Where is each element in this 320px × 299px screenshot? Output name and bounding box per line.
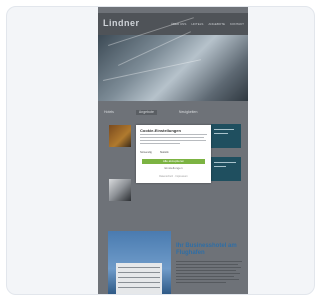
teaser-line <box>214 166 226 167</box>
accept-all-button[interactable]: Alle akzeptieren <box>142 159 205 164</box>
site-logo[interactable]: Lindner <box>103 17 140 29</box>
nav-item-contact[interactable]: KONTAKT <box>230 22 244 26</box>
window-row <box>118 287 160 288</box>
text-line <box>176 261 242 262</box>
teaser-box[interactable] <box>211 157 241 181</box>
nav-item-hotels[interactable]: HOTELS <box>191 22 203 26</box>
hero-image <box>98 17 248 101</box>
window-row <box>118 272 160 273</box>
text-line <box>140 134 207 135</box>
window-row <box>118 277 160 278</box>
article-text <box>176 261 242 285</box>
hero-beam <box>103 59 202 81</box>
text-line <box>140 137 204 138</box>
text-line <box>176 282 226 283</box>
hero-beam <box>118 31 191 66</box>
text-line <box>176 264 238 265</box>
text-line <box>176 270 236 271</box>
teaser-image[interactable] <box>109 179 131 201</box>
teaser-line <box>214 133 228 134</box>
main-nav: ÜBER UNS HOTELS ANGEBOTE KONTAKT <box>171 22 244 26</box>
article-title[interactable]: Ihr Businesshotel am Flughafen <box>176 243 244 257</box>
teaser-box[interactable] <box>211 124 241 148</box>
window-row <box>118 282 160 283</box>
tab-offers[interactable]: Angebote <box>135 110 157 115</box>
teaser-line <box>214 129 234 130</box>
cookie-options: Notwendig Statistik <box>140 151 169 155</box>
text-line <box>176 267 241 268</box>
cookie-consent-dialog: Cookie-Einstellungen Notwendig Statistik… <box>136 125 211 183</box>
building-illustration <box>116 263 162 294</box>
text-line <box>176 273 240 274</box>
content-tabs: Hotels Angebote Neuigkeiten <box>104 110 197 115</box>
option-necessary-checkbox[interactable]: Notwendig <box>140 151 152 155</box>
mobile-page-preview: Lindner ÜBER UNS HOTELS ANGEBOTE KONTAKT… <box>98 7 248 294</box>
cookie-footer-links[interactable]: Datenschutz · Impressum <box>140 175 207 179</box>
nav-item-offers[interactable]: ANGEBOTE <box>208 22 225 26</box>
article-image[interactable] <box>108 231 171 294</box>
option-statistics-checkbox[interactable]: Statistik <box>160 151 169 155</box>
cookie-dialog-title: Cookie-Einstellungen <box>140 128 181 133</box>
text-line <box>176 279 239 280</box>
tab-news[interactable]: Neuigkeiten <box>179 110 197 115</box>
text-line <box>176 276 234 277</box>
cookie-settings-button[interactable]: Einstellungen <box>142 166 205 171</box>
cookie-dialog-text <box>140 134 207 148</box>
text-line <box>140 140 206 141</box>
text-line <box>140 143 180 144</box>
teaser-image[interactable] <box>109 125 131 147</box>
teaser-line <box>214 162 236 163</box>
window-row <box>118 267 160 268</box>
tab-hotels[interactable]: Hotels <box>104 110 114 115</box>
screenshot-card: Lindner ÜBER UNS HOTELS ANGEBOTE KONTAKT… <box>6 6 315 295</box>
